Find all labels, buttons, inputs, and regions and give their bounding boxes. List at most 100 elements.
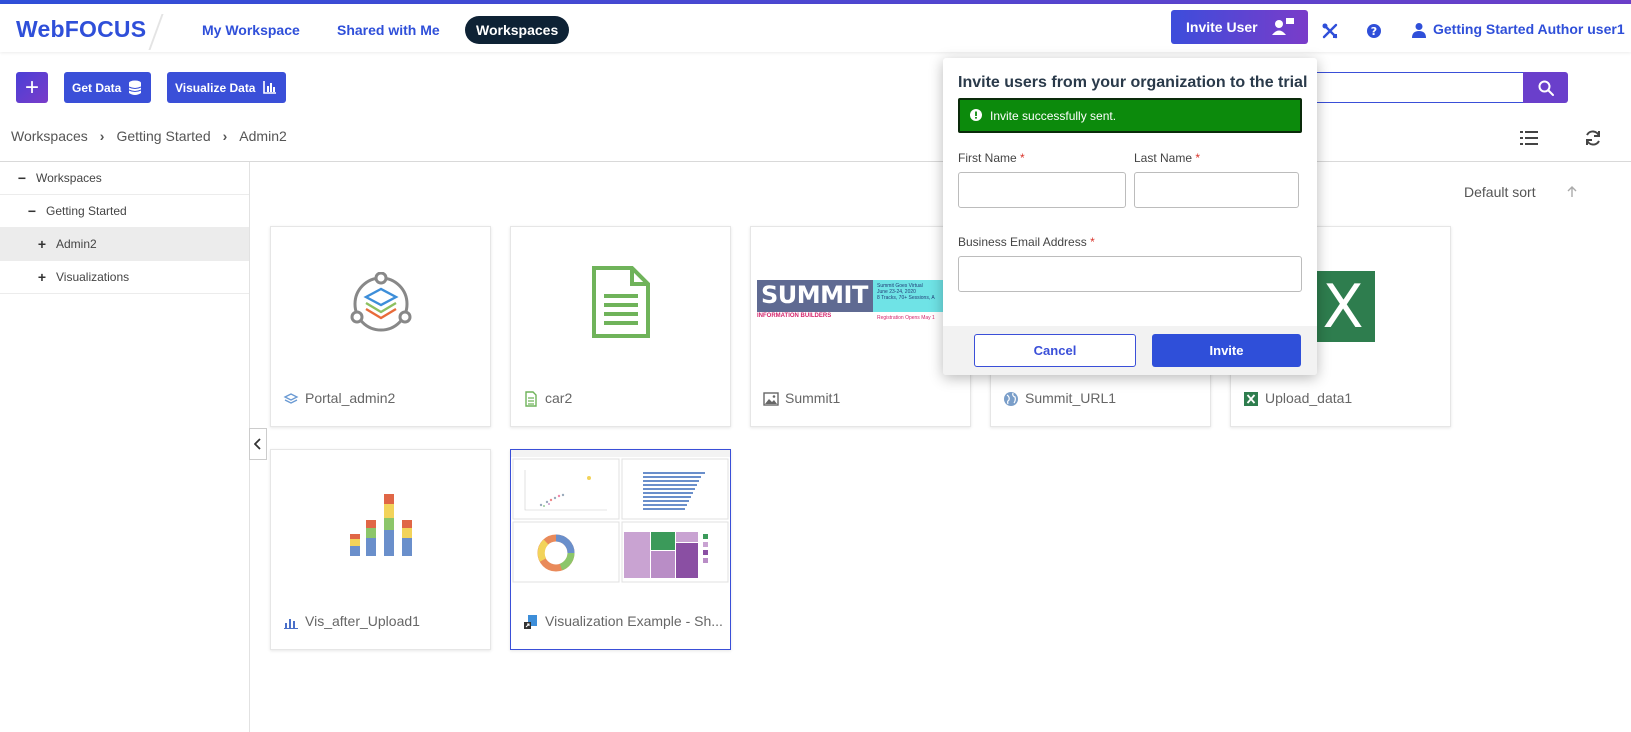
card-title: Upload_data1 [1265, 390, 1353, 406]
dialog-title: Invite users from your organization to t… [958, 74, 1308, 91]
chevron-right-icon: › [99, 128, 105, 144]
invite-button[interactable]: Invite [1152, 334, 1301, 367]
tree-item-workspaces[interactable]: − Workspaces [0, 162, 249, 195]
tree-item-label: Getting Started [46, 204, 127, 218]
card-thumbnail [511, 450, 730, 600]
alert-icon [970, 109, 982, 121]
search-input[interactable] [1310, 72, 1523, 103]
card-vis-after-upload1[interactable]: Vis_after_Upload1 [270, 449, 491, 650]
card-title: Summit_URL1 [1025, 390, 1117, 406]
excel-letter: X [1322, 271, 1364, 342]
card-title: Summit1 [785, 390, 841, 406]
webfocus-logo[interactable]: WebFOCUS [16, 16, 146, 43]
help-icon[interactable]: ? [1365, 22, 1383, 40]
summit-brand: SUMMIT [761, 281, 868, 309]
last-name-label-text: Last Name [1134, 151, 1193, 165]
visualize-data-label: Visualize Data [175, 80, 256, 95]
card-title: car2 [545, 390, 573, 406]
document-icon [525, 391, 537, 407]
card-title: Portal_admin2 [305, 390, 396, 406]
card-visualization-example[interactable]: Visualization Example - Sh... [510, 449, 731, 650]
svg-text:?: ? [1371, 25, 1377, 38]
email-field[interactable] [958, 256, 1302, 292]
required-asterisk: * [1090, 235, 1095, 249]
bar-chart-icon [263, 81, 276, 94]
expand-toggle[interactable]: + [36, 269, 48, 285]
chevron-left-icon [254, 438, 261, 450]
tools-icon[interactable] [1321, 22, 1339, 40]
tree-item-admin2[interactable]: + Admin2 [0, 228, 249, 261]
first-name-field[interactable] [958, 172, 1126, 208]
invite-users-dialog: Invite users from your organization to t… [943, 58, 1317, 375]
last-name-label: Last Name * [1134, 151, 1200, 165]
top-navbar: WebFOCUS My Workspace Shared with Me Wor… [0, 4, 1631, 52]
expand-toggle[interactable]: + [36, 236, 48, 252]
summit-line4: Registration Opens May 1 [877, 315, 935, 321]
first-name-label-text: First Name [958, 151, 1017, 165]
required-asterisk: * [1195, 151, 1201, 165]
cancel-button[interactable]: Cancel [974, 334, 1136, 367]
logo-divider [148, 14, 164, 50]
card-thumbnail [511, 227, 730, 377]
stacked-bar-thumbnail-icon [349, 494, 412, 556]
globe-icon [1004, 392, 1018, 406]
collapse-toggle[interactable]: − [16, 170, 28, 186]
excel-icon [1244, 392, 1258, 406]
sidebar-tree: − Workspaces − Getting Started + Admin2 … [0, 162, 250, 732]
card-summit1[interactable]: SUMMIT INFORMATION BUILDERS Summit Goes … [750, 226, 971, 427]
user-icon [1412, 23, 1426, 38]
card-thumbnail [271, 227, 490, 377]
card-thumbnail: SUMMIT INFORMATION BUILDERS Summit Goes … [751, 227, 970, 377]
tab-workspaces[interactable]: Workspaces [465, 16, 570, 44]
chart-icon [284, 619, 298, 629]
breadcrumb-workspaces[interactable]: Workspaces [11, 128, 88, 144]
search-button[interactable] [1523, 72, 1568, 103]
chevron-right-icon: › [222, 128, 228, 144]
refresh-icon[interactable] [1584, 129, 1602, 147]
sort-ascending-icon[interactable] [1567, 186, 1577, 198]
tab-shared-with-me[interactable]: Shared with Me [326, 16, 451, 44]
database-icon [128, 80, 142, 95]
visualize-data-button[interactable]: Visualize Data [167, 72, 286, 103]
summit-banner-left: SUMMIT [757, 280, 873, 312]
sort-dropdown[interactable]: Default sort [1464, 184, 1536, 200]
card-car2[interactable]: car2 [510, 226, 731, 427]
tree-item-label: Workspaces [36, 171, 102, 185]
card-portal-admin2[interactable]: Portal_admin2 [270, 226, 491, 427]
tree-item-getting-started[interactable]: − Getting Started [0, 195, 249, 228]
get-data-button[interactable]: Get Data [64, 72, 151, 103]
invite-user-button[interactable]: Invite User [1171, 10, 1308, 44]
breadcrumb: Workspaces › Getting Started › Admin2 [11, 128, 287, 144]
tree-item-label: Visualizations [56, 270, 130, 284]
create-new-button[interactable]: + [16, 72, 48, 103]
card-thumbnail [271, 450, 490, 600]
user-menu[interactable]: Getting Started Author user1 [1433, 21, 1625, 37]
get-data-label: Get Data [72, 80, 122, 95]
collapse-toggle[interactable]: − [26, 203, 38, 219]
tree-item-visualizations[interactable]: + Visualizations [0, 261, 249, 294]
last-name-field[interactable] [1134, 172, 1299, 208]
portal-thumbnail-icon [350, 272, 411, 332]
shortcut-icon [524, 615, 537, 629]
summit-subtitle: INFORMATION BUILDERS [757, 313, 832, 319]
document-thumbnail-icon [591, 266, 650, 338]
required-asterisk: * [1020, 151, 1025, 165]
tree-item-label: Admin2 [56, 237, 97, 251]
invite-user-label: Invite User [1186, 19, 1258, 35]
list-view-icon[interactable] [1520, 130, 1538, 146]
portal-icon [283, 393, 299, 404]
tab-my-workspace[interactable]: My Workspace [191, 16, 311, 44]
collapse-sidebar-button[interactable] [249, 428, 267, 460]
breadcrumb-admin2[interactable]: Admin2 [239, 128, 286, 144]
first-name-label: First Name * [958, 151, 1025, 165]
search-icon [1538, 80, 1554, 96]
add-user-icon [1272, 18, 1294, 35]
alert-message: Invite successfully sent. [990, 108, 1117, 123]
summit-line3: 8 Tracks, 70+ Sessions, A [877, 295, 935, 301]
dashboard-thumbnail-icon [511, 450, 730, 583]
breadcrumb-getting-started[interactable]: Getting Started [116, 128, 210, 144]
success-alert: Invite successfully sent. [958, 98, 1302, 133]
image-icon [763, 392, 779, 406]
card-title: Visualization Example - Sh... [545, 613, 723, 629]
excel-thumbnail-icon: X [1311, 271, 1375, 342]
